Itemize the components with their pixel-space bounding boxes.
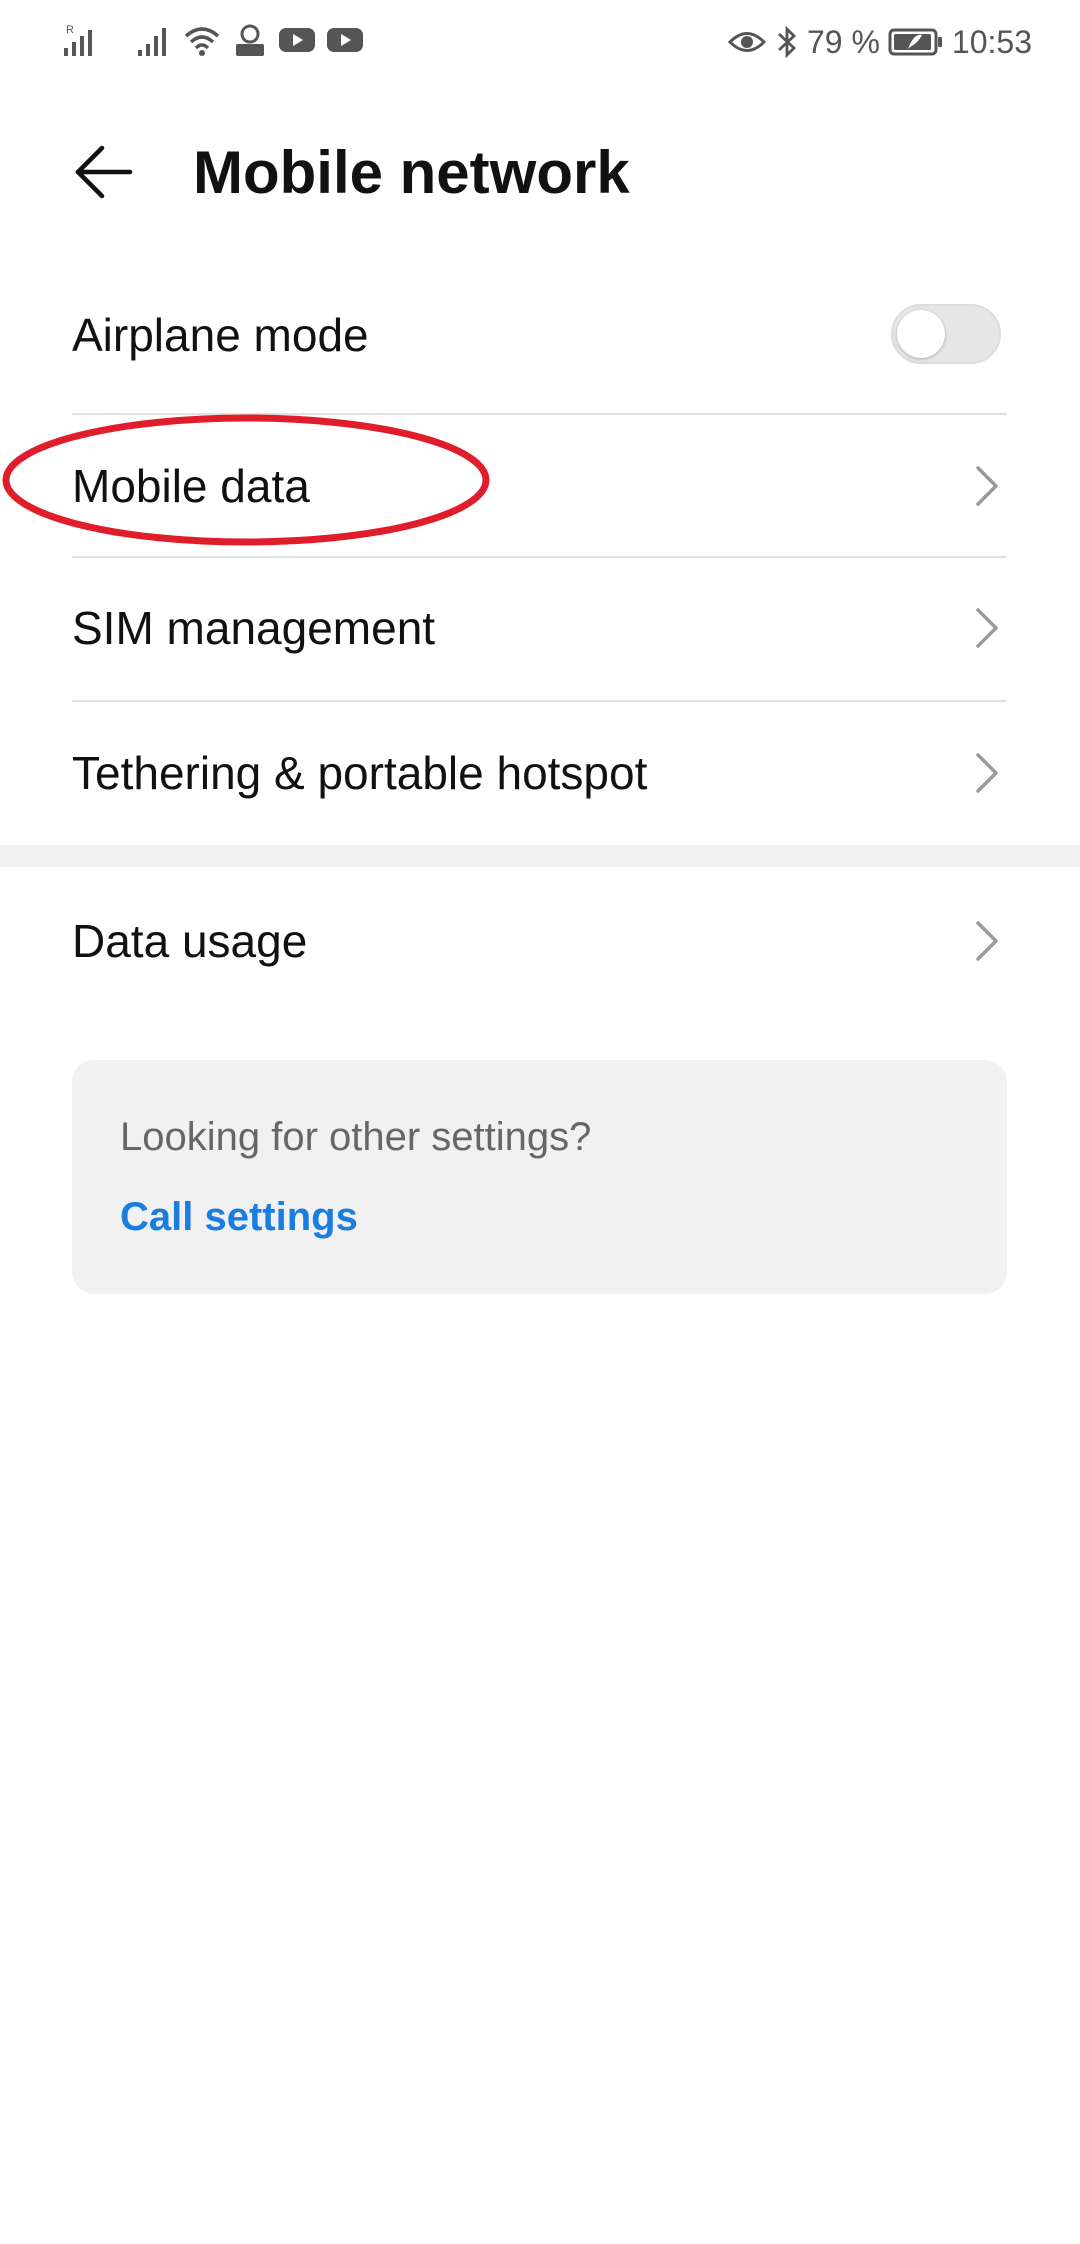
airplane-mode-row[interactable]: Airplane mode bbox=[72, 290, 1007, 380]
back-button[interactable] bbox=[64, 132, 144, 212]
tethering-label: Tethering & portable hotspot bbox=[72, 747, 648, 799]
other-settings-hint: Looking for other settings? bbox=[120, 1115, 592, 1159]
status-left-icons: R bbox=[62, 22, 364, 58]
eye-comfort-icon bbox=[727, 27, 767, 57]
battery-percent: 79 % bbox=[806, 24, 880, 60]
airplane-mode-toggle[interactable] bbox=[891, 304, 1001, 364]
tethering-row[interactable]: Tethering & portable hotspot bbox=[72, 705, 1007, 845]
signal-icon bbox=[136, 22, 172, 58]
chevron-right-icon bbox=[967, 913, 1007, 969]
divider bbox=[72, 700, 1007, 702]
signal-roaming-icon: R bbox=[62, 22, 98, 58]
chevron-right-icon bbox=[967, 458, 1007, 514]
back-arrow-icon bbox=[75, 145, 133, 199]
status-right-icons: 79 % 10:53 bbox=[727, 22, 1032, 62]
mobile-data-label: Mobile data bbox=[72, 460, 310, 512]
page-title: Mobile network bbox=[193, 139, 630, 206]
chevron-right-icon bbox=[967, 600, 1007, 656]
divider bbox=[72, 556, 1007, 558]
other-settings-card: Looking for other settings? Call setting… bbox=[72, 1060, 1007, 1294]
section-separator bbox=[0, 845, 1080, 867]
status-bar: R 79 % 10:53 bbox=[0, 0, 1080, 88]
divider bbox=[72, 413, 1007, 415]
mobile-data-row[interactable]: Mobile data bbox=[72, 420, 1007, 555]
battery-icon bbox=[888, 27, 944, 57]
wifi-icon bbox=[182, 22, 222, 58]
profile-app-icon bbox=[232, 22, 268, 58]
chevron-right-icon bbox=[967, 745, 1007, 801]
airplane-mode-label: Airplane mode bbox=[72, 309, 369, 361]
call-settings-link[interactable]: Call settings bbox=[120, 1192, 358, 1242]
data-usage-row[interactable]: Data usage bbox=[72, 875, 1007, 1015]
app-header: Mobile network bbox=[0, 110, 1080, 230]
sim-management-label: SIM management bbox=[72, 602, 436, 654]
youtube-icon bbox=[278, 25, 316, 55]
clock: 10:53 bbox=[951, 24, 1032, 60]
data-usage-label: Data usage bbox=[72, 915, 308, 967]
sim-management-row[interactable]: SIM management bbox=[72, 560, 1007, 700]
youtube-icon bbox=[326, 25, 364, 55]
bluetooth-icon bbox=[775, 24, 799, 60]
svg-text:R: R bbox=[66, 24, 74, 36]
toggle-knob bbox=[897, 310, 945, 358]
